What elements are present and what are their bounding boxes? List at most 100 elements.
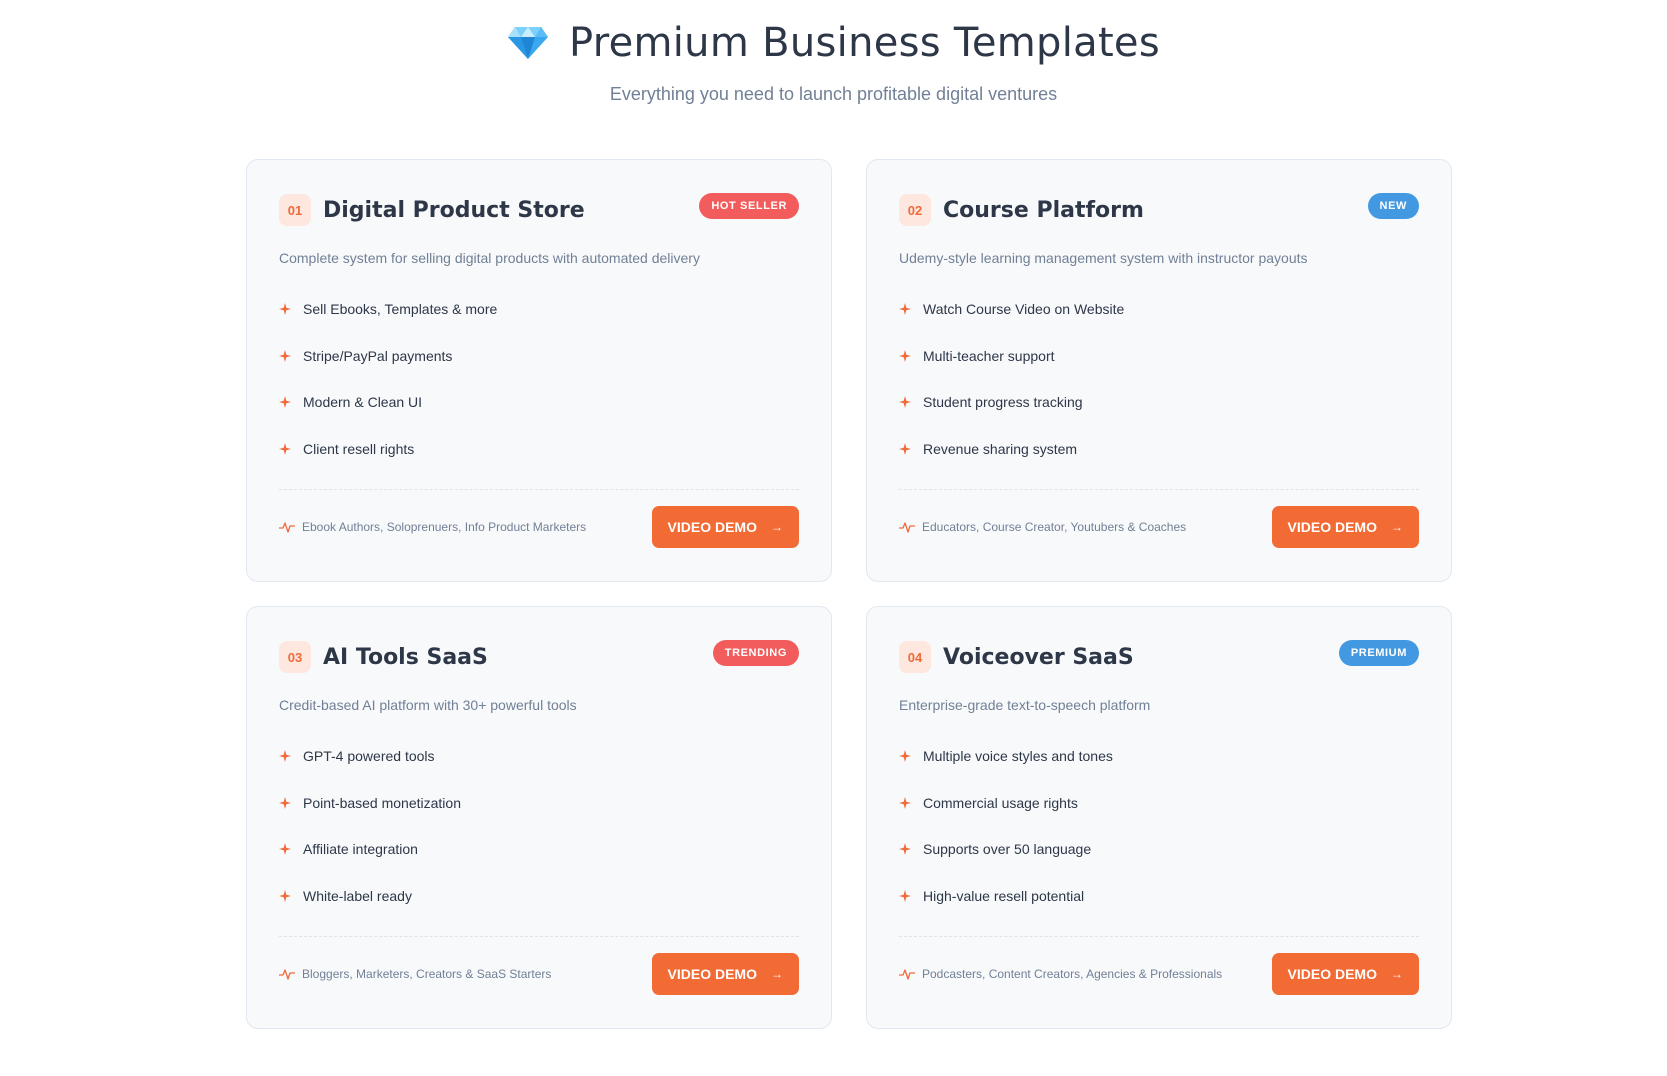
sparkle-icon [279, 349, 291, 362]
video-demo-button[interactable]: VIDEO DEMO → [651, 506, 799, 548]
sparkle-icon [279, 889, 291, 902]
sparkle-icon [899, 303, 911, 316]
sparkle-icon [279, 442, 291, 455]
pulse-icon [279, 969, 295, 980]
video-demo-button[interactable]: VIDEO DEMO → [1271, 953, 1419, 995]
sparkle-icon [279, 396, 291, 409]
gem-icon [508, 27, 549, 59]
card-number: 01 [279, 194, 311, 226]
sparkle-icon [279, 796, 291, 809]
sparkle-icon [279, 303, 291, 316]
feature-list: GPT-4 powered tools Point-based monetiza… [279, 733, 799, 919]
pulse-icon [279, 522, 295, 533]
feature-label: Multi-teacher support [923, 347, 1055, 364]
feature-label: Multiple voice styles and tones [923, 748, 1113, 765]
audience-label: Bloggers, Marketers, Creators & SaaS Sta… [302, 967, 552, 981]
sparkle-icon [899, 843, 911, 856]
template-card: 01 Digital Product Store HOT SELLER Comp… [246, 159, 832, 582]
audience-info: Bloggers, Marketers, Creators & SaaS Sta… [279, 967, 551, 981]
feature-label: Modern & Clean UI [303, 394, 423, 411]
card-description: Udemy-style learning management system w… [899, 250, 1308, 266]
feature-item: Commercial usage rights [899, 780, 1419, 827]
video-demo-button[interactable]: VIDEO DEMO → [1271, 506, 1419, 548]
feature-item: Student progress tracking [899, 379, 1419, 426]
arrow-right-icon: → [1391, 967, 1403, 981]
card-footer: Educators, Course Creator, Youtubers & C… [899, 506, 1419, 548]
card-divider [899, 936, 1419, 937]
template-card: 02 Course Platform NEW Udemy-style learn… [866, 159, 1452, 582]
template-card: 03 AI Tools SaaS TRENDING Credit-based A… [246, 606, 832, 1029]
feature-label: High-value resell potential [923, 887, 1085, 904]
feature-label: Client resell rights [303, 440, 415, 457]
button-label: VIDEO DEMO [1287, 966, 1377, 982]
video-demo-button[interactable]: VIDEO DEMO → [651, 953, 799, 995]
page-subtitle: Everything you need to launch profitable… [609, 84, 1058, 104]
sparkle-icon [899, 750, 911, 763]
audience-info: Educators, Course Creator, Youtubers & C… [899, 520, 1186, 534]
card-title: AI Tools SaaS [323, 644, 488, 670]
audience-label: Educators, Course Creator, Youtubers & C… [922, 520, 1187, 534]
sparkle-icon [899, 396, 911, 409]
pulse-icon [899, 969, 915, 980]
card-footer: Ebook Authors, Soloprenuers, Info Produc… [279, 506, 799, 548]
card-number: 03 [279, 641, 311, 673]
feature-item: Watch Course Video on Website [899, 286, 1419, 333]
sparkle-icon [279, 750, 291, 763]
card-number: 04 [899, 641, 931, 673]
card-footer: Podcasters, Content Creators, Agencies &… [899, 953, 1419, 995]
button-label: VIDEO DEMO [667, 966, 757, 982]
template-grid: 01 Digital Product Store HOT SELLER Comp… [246, 159, 1452, 1029]
feature-list: Watch Course Video on Website Multi-teac… [899, 286, 1419, 472]
card-divider [279, 489, 799, 490]
card-header: 02 Course Platform [899, 192, 1419, 228]
feature-label: Sell Ebooks, Templates & more [303, 301, 498, 318]
feature-item: Multiple voice styles and tones [899, 733, 1419, 780]
audience-label: Ebook Authors, Soloprenuers, Info Produc… [302, 520, 587, 534]
status-badge: TRENDING [712, 640, 799, 666]
feature-label: Revenue sharing system [923, 440, 1078, 457]
feature-item: Client resell rights [279, 426, 799, 473]
feature-label: White-label ready [303, 887, 412, 904]
feature-item: Stripe/PayPal payments [279, 333, 799, 380]
card-title: Digital Product Store [323, 197, 585, 223]
card-title: Voiceover SaaS [943, 644, 1134, 670]
feature-item: Modern & Clean UI [279, 379, 799, 426]
feature-label: Affiliate integration [303, 841, 418, 858]
feature-label: GPT-4 powered tools [303, 748, 435, 765]
card-divider [899, 489, 1419, 490]
pulse-icon [899, 522, 915, 533]
feature-item: Affiliate integration [279, 826, 799, 873]
feature-item: Point-based monetization [279, 780, 799, 827]
card-description: Complete system for selling digital prod… [279, 250, 700, 266]
feature-item: Multi-teacher support [899, 333, 1419, 380]
feature-label: Commercial usage rights [923, 794, 1078, 811]
card-divider [279, 936, 799, 937]
feature-label: Stripe/PayPal payments [303, 347, 453, 364]
card-footer: Bloggers, Marketers, Creators & SaaS Sta… [279, 953, 799, 995]
feature-list: Sell Ebooks, Templates & more Stripe/Pay… [279, 286, 799, 472]
card-title: Course Platform [943, 197, 1144, 223]
feature-label: Student progress tracking [923, 394, 1083, 411]
title-row: Premium Business Templates [507, 20, 1160, 66]
audience-info: Podcasters, Content Creators, Agencies &… [899, 967, 1222, 981]
status-badge: HOT SELLER [699, 193, 799, 219]
feature-item: Sell Ebooks, Templates & more [279, 286, 799, 333]
feature-item: White-label ready [279, 873, 799, 920]
card-number: 02 [899, 194, 931, 226]
sparkle-icon [279, 843, 291, 856]
feature-item: High-value resell potential [899, 873, 1419, 920]
status-badge: NEW [1367, 193, 1419, 219]
page-title: Premium Business Templates [569, 20, 1160, 66]
feature-label: Point-based monetization [303, 794, 461, 811]
feature-item: GPT-4 powered tools [279, 733, 799, 780]
audience-info: Ebook Authors, Soloprenuers, Info Produc… [279, 520, 586, 534]
template-card: 04 Voiceover SaaS PREMIUM Enterprise-gra… [866, 606, 1452, 1029]
sparkle-icon [899, 349, 911, 362]
arrow-right-icon: → [771, 520, 783, 534]
card-description: Enterprise-grade text-to-speech platform [899, 697, 1151, 713]
audience-label: Podcasters, Content Creators, Agencies &… [922, 967, 1223, 981]
feature-list: Multiple voice styles and tones Commerci… [899, 733, 1419, 919]
page-header: Premium Business Templates Everything yo… [0, 20, 1667, 105]
arrow-right-icon: → [1391, 520, 1403, 534]
page: Premium Business Templates Everything yo… [0, 0, 1667, 1076]
